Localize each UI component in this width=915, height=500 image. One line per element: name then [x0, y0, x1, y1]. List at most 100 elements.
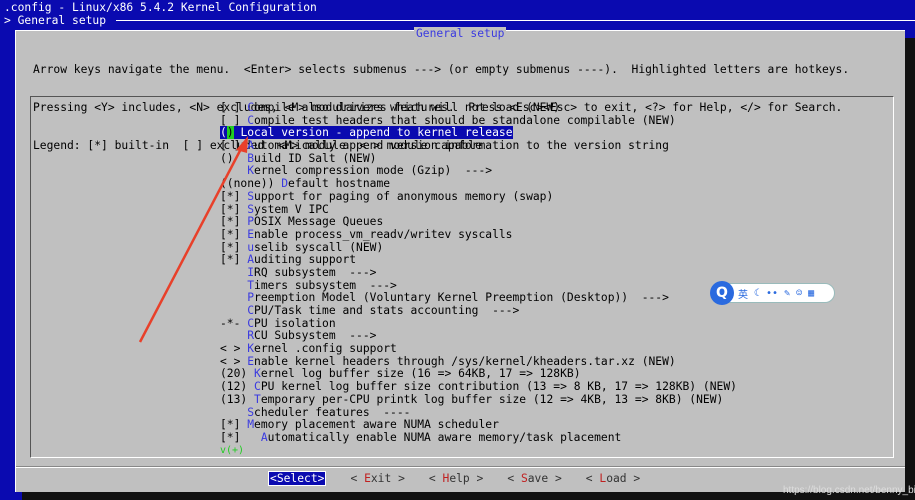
item-label: utomatically enable NUMA aware memory/ta… — [267, 430, 622, 444]
button-hotkey: S — [276, 472, 284, 485]
item-label: efault hostname — [288, 177, 391, 191]
bracket: > — [469, 472, 484, 485]
ime-logo[interactable]: Q — [710, 281, 734, 305]
moon-icon[interactable]: ☾ — [754, 288, 760, 299]
item-prefix: [*] — [220, 215, 248, 229]
item-hotkey: K — [247, 164, 255, 178]
bracket: < — [350, 472, 365, 485]
button-label: elp — [449, 472, 470, 485]
item-prefix: [*] — [220, 418, 248, 432]
bracket: > — [317, 472, 325, 485]
item-hotkey: C — [247, 316, 255, 330]
bracket: > — [626, 472, 641, 485]
bracket: > — [548, 472, 562, 485]
item-label: PU kernel log buffer size contribution (… — [260, 380, 737, 394]
item-prefix: [*] — [220, 202, 248, 216]
help-button[interactable]: < Help > — [429, 472, 483, 485]
item-hotkey: A — [247, 139, 255, 153]
item-prefix: [*] — [220, 240, 248, 254]
load-button[interactable]: < Load > — [586, 472, 640, 485]
button-label: elect — [283, 472, 318, 485]
item-label: Local version - append to kernel release — [233, 126, 513, 140]
button-separator — [16, 466, 905, 468]
item-prefix: [*] — [220, 430, 261, 444]
item-hotkey: u — [247, 240, 255, 254]
item-prefix: () — [220, 126, 234, 140]
item-hotkey: B — [247, 151, 255, 165]
item-hotkey: M — [247, 418, 255, 432]
item-label: imers subsystem ---> — [254, 278, 397, 292]
item-hotkey: T — [254, 392, 261, 406]
item-hotkey: A — [247, 253, 255, 267]
item-hotkey: E — [247, 354, 255, 368]
bracket: < — [428, 472, 443, 485]
item-hotkey: C — [254, 380, 261, 394]
item-label: nable kernel headers through /sys/kernel… — [254, 354, 676, 368]
item-label: ernel .config support — [254, 342, 397, 356]
item-label: utomatically append version information … — [254, 139, 669, 153]
item-hotkey: A — [260, 430, 268, 444]
item-hotkey: C — [247, 113, 255, 127]
item-hotkey: E — [247, 227, 255, 241]
item-label: RQ subsystem ---> — [254, 265, 377, 279]
item-hotkey: S — [247, 189, 255, 203]
menu-item[interactable]: [*] Automatically enable NUMA aware memo… — [220, 430, 737, 445]
item-label: upport for paging of anonymous memory (s… — [254, 189, 554, 203]
item-label: reemption Model (Voluntary Kernel Preemp… — [254, 291, 669, 305]
button-label: oad — [606, 472, 627, 485]
button-bar: <Select> < Exit > < Help > < Save > < Load > — [268, 471, 664, 486]
item-prefix — [220, 266, 247, 279]
item-prefix: ((none)) — [220, 177, 282, 191]
item-label: OSIX Message Queues — [254, 215, 384, 229]
item-hotkey: K — [254, 367, 261, 381]
item-hotkey: T — [247, 278, 255, 292]
emoji-icon[interactable]: ☺ — [796, 288, 802, 299]
item-hotkey: S — [247, 202, 255, 216]
item-prefix: (12) — [220, 380, 255, 394]
item-prefix: [*] — [220, 253, 248, 267]
ime-language-toggle[interactable]: 英 — [738, 286, 748, 301]
item-hotkey: C — [247, 304, 255, 317]
item-prefix: < > — [220, 342, 248, 356]
punctuation-icon[interactable]: •• — [766, 288, 778, 299]
item-prefix: [ ] — [220, 101, 248, 114]
item-prefix: [*] — [220, 227, 248, 241]
item-hotkey: C — [247, 101, 255, 114]
item-prefix — [220, 329, 247, 342]
item-prefix: [ ] — [220, 113, 248, 127]
breadcrumb: > General setup — [4, 14, 107, 27]
save-button[interactable]: < Save > — [507, 472, 561, 485]
menu-items: [ ] Compile also drivers which will not … — [220, 101, 737, 445]
item-label: nable process_vm_readv/writev syscalls — [254, 227, 513, 241]
item-label: PU/Task time and stats accounting ---> — [254, 304, 520, 317]
grid-icon[interactable]: ▦ — [808, 288, 814, 299]
bracket: > — [391, 472, 405, 485]
item-prefix: (13) — [220, 392, 255, 406]
item-hotkey: D — [281, 177, 289, 191]
item-label: cheduler features ---- — [254, 405, 411, 419]
item-label: emporary per-CPU printk log buffer size … — [260, 392, 724, 406]
more-indicator: v(+) — [220, 445, 245, 456]
item-label: ompile test headers that should be stand… — [254, 113, 676, 127]
item-label: ystem V IPC — [254, 202, 329, 216]
breadcrumb-divider — [116, 20, 915, 21]
item-prefix: (20) — [220, 367, 255, 381]
watermark: https://blog.csdn.net/benny_bin — [783, 485, 915, 496]
item-hotkey: K — [247, 342, 255, 356]
help-line: Arrow keys navigate the menu. <Enter> se… — [33, 63, 850, 77]
exit-button[interactable]: < Exit > — [350, 472, 404, 485]
item-prefix: -*- — [220, 316, 248, 330]
bracket: < — [270, 472, 277, 485]
item-prefix: < > — [220, 354, 248, 368]
button-hotkey: E — [364, 472, 371, 485]
wrench-icon[interactable]: ✎ — [784, 288, 790, 299]
item-prefix — [220, 279, 247, 292]
ime-toolbar[interactable]: Q 英 ☾ •• ✎ ☺ ▦ — [710, 281, 835, 305]
item-label: ernel compression mode (Gzip) ---> — [254, 164, 493, 178]
bracket: < — [585, 472, 600, 485]
item-label: ompile also drivers which will not load … — [254, 101, 561, 114]
item-hotkey: P — [247, 215, 255, 229]
select-button[interactable]: <Select> — [268, 471, 327, 486]
item-label: uditing support — [254, 253, 357, 267]
item-label: ernel log buffer size (16 => 64KB, 17 =>… — [260, 367, 581, 381]
